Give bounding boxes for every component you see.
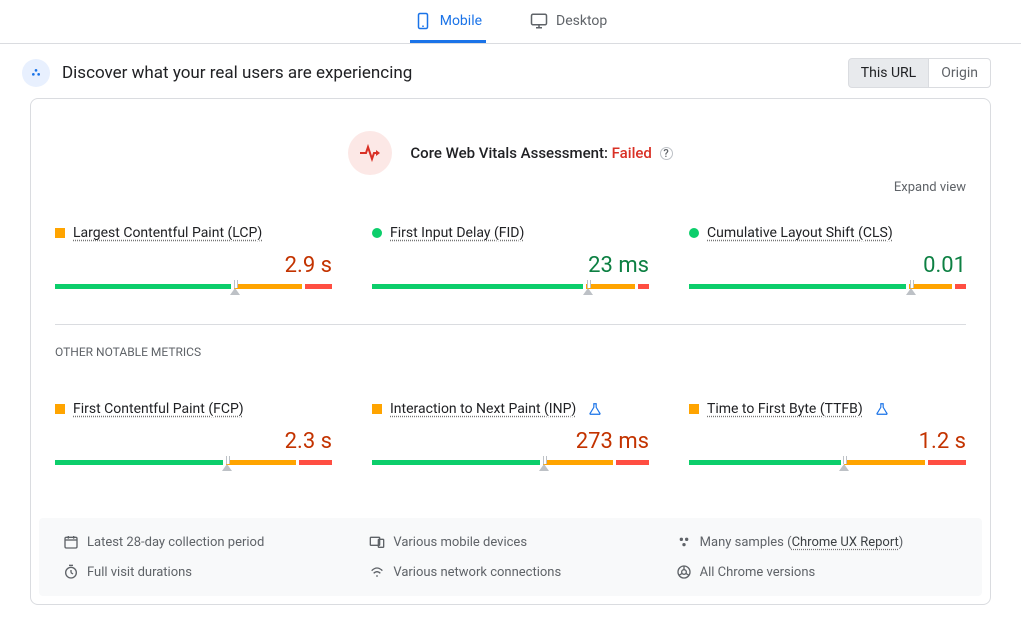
percentile-arrow-icon <box>839 464 849 471</box>
metric-value: 23 ms <box>372 253 649 278</box>
percentile-arrow-icon <box>906 288 916 295</box>
status-swatch <box>689 404 699 414</box>
metric: Cumulative Layout Shift (CLS) 0.01 <box>689 225 966 300</box>
core-metrics-row: Largest Contentful Paint (LCP) 2.9 s Fir… <box>31 183 990 324</box>
metric-value: 1.2 s <box>689 429 966 454</box>
metric-name[interactable]: Largest Contentful Paint (LCP) <box>73 225 262 241</box>
tab-desktop[interactable]: Desktop <box>526 0 611 43</box>
page-title: Discover what your real users are experi… <box>62 63 412 83</box>
percentile-arrow-icon <box>230 288 240 295</box>
metric-value: 273 ms <box>372 429 649 454</box>
segment-origin[interactable]: Origin <box>928 58 991 88</box>
metric: Time to First Byte (TTFB) 1.2 s <box>689 401 966 476</box>
other-metrics-row: First Contentful Paint (FCP) 2.3 s Inter… <box>31 359 990 500</box>
metric: Largest Contentful Paint (LCP) 2.9 s <box>55 225 332 300</box>
vitals-fail-icon <box>348 131 392 175</box>
scope-segment: This URL Origin <box>848 58 991 88</box>
status-swatch <box>55 228 65 238</box>
metric-name[interactable]: Time to First Byte (TTFB) <box>707 401 863 417</box>
metric-name[interactable]: First Input Delay (FID) <box>390 225 524 241</box>
metric: Interaction to Next Paint (INP) 273 ms <box>372 401 649 476</box>
percentile-arrow-icon <box>539 464 549 471</box>
footer-chrome-versions: All Chrome versions <box>676 564 958 580</box>
metric-name[interactable]: Cumulative Layout Shift (CLS) <box>707 225 893 241</box>
metric-value: 0.01 <box>689 253 966 278</box>
footer-visit-durations: Full visit durations <box>63 564 345 580</box>
metric-name[interactable]: First Contentful Paint (FCP) <box>73 401 244 417</box>
metric: First Input Delay (FID) 23 ms <box>372 225 649 300</box>
percentile-arrow-icon <box>222 464 232 471</box>
segment-this-url[interactable]: This URL <box>848 58 929 88</box>
metric-value: 2.3 s <box>55 429 332 454</box>
crux-report-link[interactable]: Chrome UX Report <box>792 535 899 550</box>
status-swatch <box>372 228 382 238</box>
footer-network: Various network connections <box>369 564 651 580</box>
flask-icon <box>588 402 602 416</box>
footer-collection-period: Latest 28-day collection period <box>63 534 345 550</box>
footer-devices: Various mobile devices <box>369 534 651 550</box>
desktop-icon <box>530 12 548 30</box>
percentile-arrow-icon <box>583 288 593 295</box>
data-footer: Latest 28-day collection period Various … <box>39 518 982 596</box>
device-tabs: Mobile Desktop <box>0 0 1021 44</box>
metric: First Contentful Paint (FCP) 2.3 s <box>55 401 332 476</box>
cwv-assessment: Core Web Vitals Assessment: Failed ? <box>410 144 672 162</box>
cwv-card: Core Web Vitals Assessment: Failed ? Exp… <box>30 98 991 605</box>
metric-value: 2.9 s <box>55 253 332 278</box>
other-metrics-label: OTHER NOTABLE METRICS <box>31 325 990 359</box>
metric-name[interactable]: Interaction to Next Paint (INP) <box>390 401 576 417</box>
footer-samples: Many samples (Chrome UX Report) <box>676 534 958 550</box>
expand-view-link[interactable]: Expand view <box>894 180 966 195</box>
status-swatch <box>55 404 65 414</box>
status-swatch <box>372 404 382 414</box>
status-swatch <box>689 228 699 238</box>
flask-icon <box>875 402 889 416</box>
mobile-icon <box>414 12 432 30</box>
help-icon[interactable]: ? <box>660 147 673 160</box>
tab-mobile[interactable]: Mobile <box>410 0 486 43</box>
users-info-icon <box>22 59 50 87</box>
